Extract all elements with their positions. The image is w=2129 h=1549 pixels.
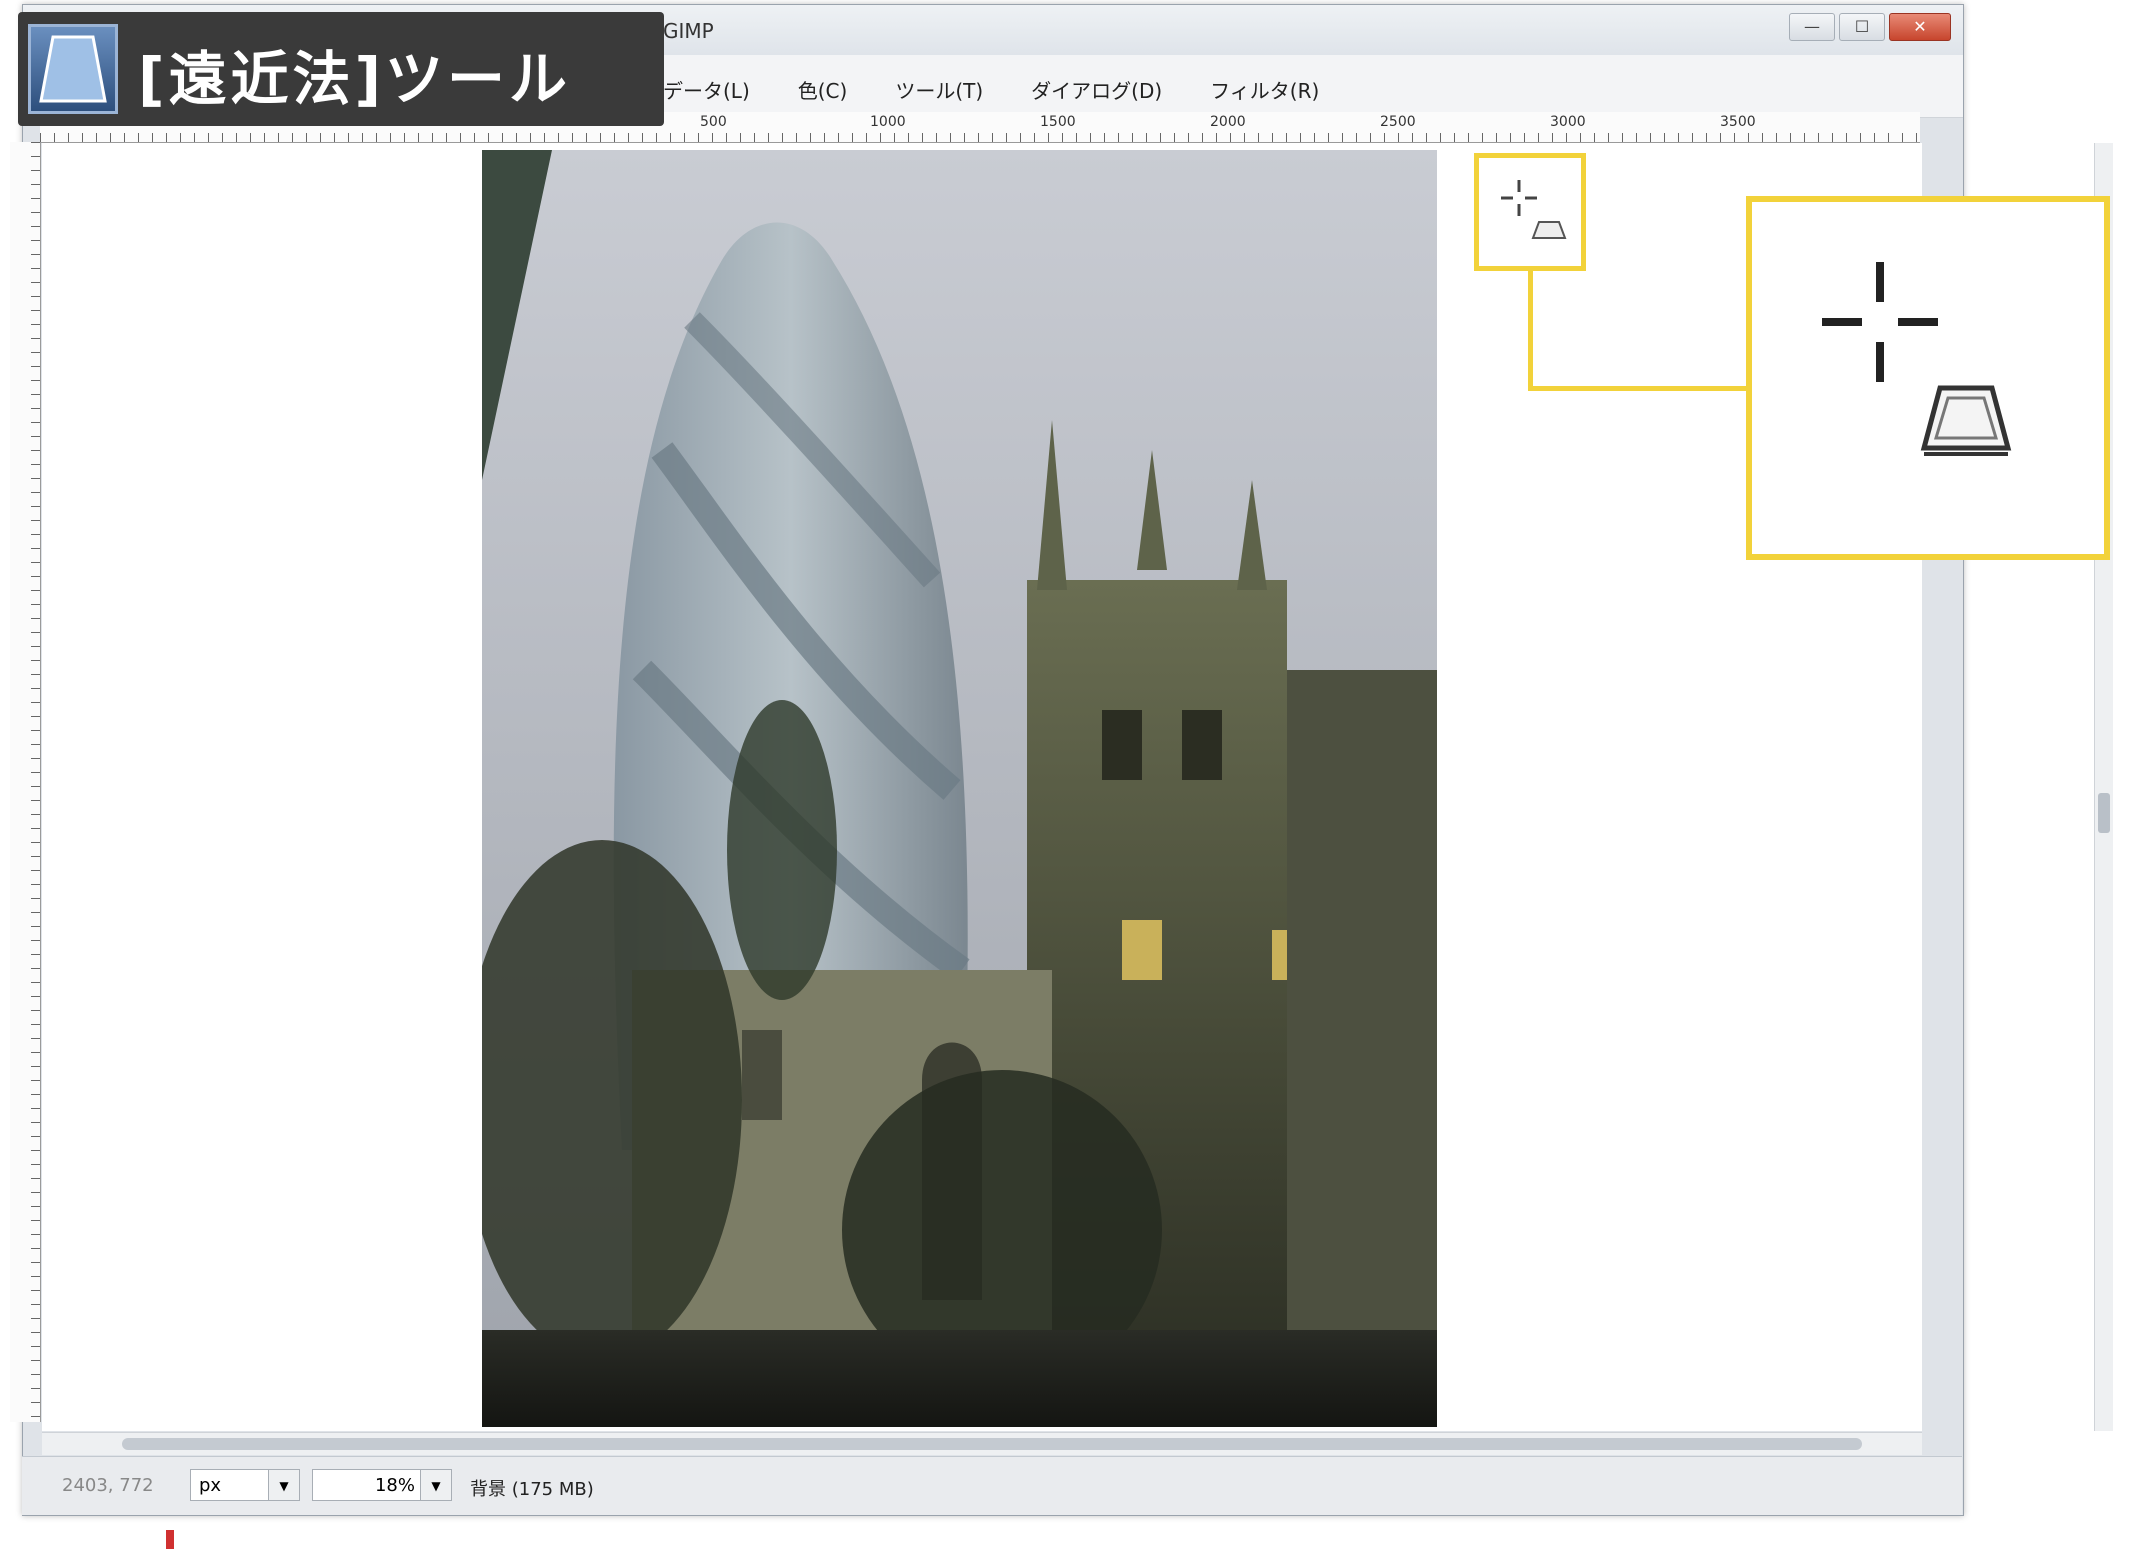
ruler-label: 2500 xyxy=(1380,114,1416,130)
status-bar: 2403, 772 px ▼ 18% ▼ 背景 (175 MB) xyxy=(22,1456,1962,1515)
menu-tools[interactable]: ツール(T) xyxy=(895,75,983,104)
ruler-label: 1000 xyxy=(870,114,906,130)
cursor-callout-small xyxy=(1474,153,1586,271)
ruler-label: 1500 xyxy=(1040,114,1076,130)
unit-select[interactable]: px ▼ xyxy=(190,1469,300,1501)
chevron-down-icon[interactable]: ▼ xyxy=(268,1470,299,1500)
ruler-label: 3500 xyxy=(1720,114,1756,130)
window-title: GIMP xyxy=(663,19,714,43)
pointer-coordinates: 2403, 772 xyxy=(62,1475,154,1496)
cursor-callout-enlarged xyxy=(1746,196,2110,560)
menu-colors[interactable]: 色(C) xyxy=(798,75,848,104)
minimize-button[interactable]: — xyxy=(1789,13,1835,41)
menu-dialogs[interactable]: ダイアログ(D) xyxy=(1031,75,1162,104)
zoom-value: 18% xyxy=(374,1475,415,1496)
tool-title-badge: [遠近法]ツール xyxy=(18,12,664,126)
ruler-label: 2000 xyxy=(1210,114,1246,130)
horizontal-scrollbar[interactable] xyxy=(42,1432,1922,1455)
vertical-scroll-thumb[interactable] xyxy=(2098,793,2110,833)
callout-connector xyxy=(1528,271,1533,391)
close-button[interactable]: ✕ xyxy=(1889,13,1951,41)
layer-info: 背景 (175 MB) xyxy=(470,1479,594,1500)
zoom-select[interactable]: 18% ▼ xyxy=(312,1469,452,1501)
ruler-vertical[interactable] xyxy=(10,142,41,1422)
menu-layer[interactable]: データ(L) xyxy=(663,75,750,104)
building-photo-image xyxy=(482,150,1437,1427)
unit-value: px xyxy=(199,1475,222,1496)
menu-items: データ(L) 色(C) ツール(T) ダイアログ(D) フィルタ(R) xyxy=(663,75,1319,104)
callout-connector xyxy=(1528,386,1750,391)
maximize-button[interactable]: ☐ xyxy=(1839,13,1885,41)
window-controls: — ☐ ✕ xyxy=(1789,13,1951,41)
menu-filters[interactable]: フィルタ(R) xyxy=(1210,75,1319,104)
horizontal-scroll-thumb[interactable] xyxy=(122,1438,1862,1450)
perspective-cursor-icon xyxy=(1501,180,1567,239)
perspective-cursor-icon xyxy=(1822,262,2012,456)
tool-title: [遠近法]ツール xyxy=(138,45,572,113)
perspective-tool-icon xyxy=(28,24,118,114)
chevron-down-icon[interactable]: ▼ xyxy=(420,1470,451,1500)
ruler-label: 500 xyxy=(700,114,727,130)
annotation-marker xyxy=(166,1530,174,1549)
ruler-label: 3000 xyxy=(1550,114,1586,130)
canvas-photo[interactable] xyxy=(482,150,1437,1427)
